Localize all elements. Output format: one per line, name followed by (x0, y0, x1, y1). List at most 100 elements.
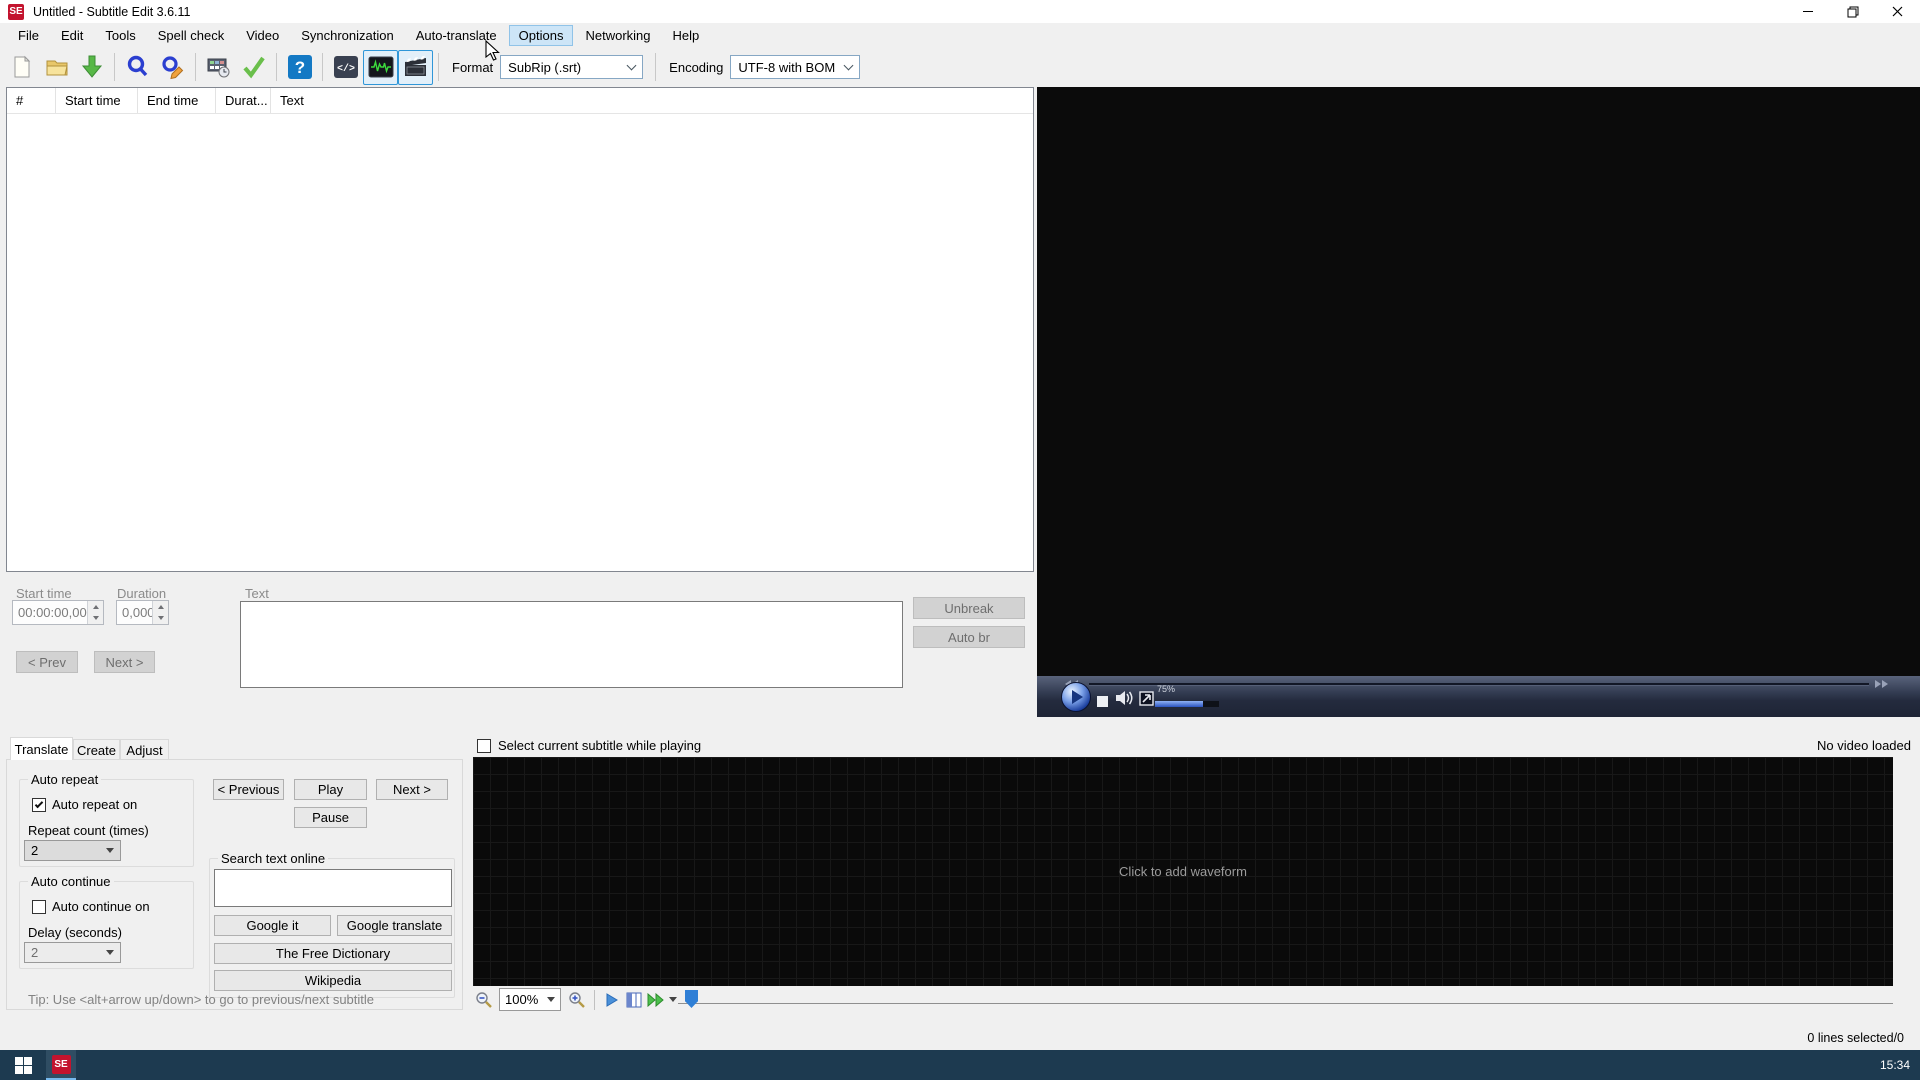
pause-button[interactable]: Pause (294, 807, 367, 828)
spin-up-icon[interactable] (88, 601, 103, 613)
seek-bar[interactable] (1089, 683, 1869, 686)
next-button[interactable]: Next > (376, 779, 448, 800)
replace-button[interactable] (155, 50, 190, 85)
spin-down-icon[interactable] (153, 613, 168, 625)
delay-select[interactable]: 2 (24, 942, 121, 963)
menu-item-video[interactable]: Video (236, 25, 289, 46)
duration-label: Duration (117, 586, 166, 601)
source-view-button[interactable]: </> (328, 50, 363, 85)
zoom-in-icon (568, 991, 586, 1009)
prev-subtitle-button[interactable]: < Prev (16, 651, 78, 673)
column-header-number[interactable]: # (7, 88, 56, 113)
waveform-position-marker[interactable] (685, 990, 698, 1008)
speed-dropdown-icon[interactable] (669, 997, 677, 1002)
menu-item-spell-check[interactable]: Spell check (148, 25, 234, 46)
spell-check-button[interactable] (236, 50, 271, 85)
open-file-button[interactable] (39, 50, 74, 85)
auto-repeat-checkbox[interactable]: Auto repeat on (32, 797, 137, 812)
window-title: Untitled - Subtitle Edit 3.6.11 (33, 5, 191, 19)
find-button[interactable] (120, 50, 155, 85)
google-it-button[interactable]: Google it (214, 915, 331, 936)
waveform-play-button[interactable] (601, 989, 623, 1011)
volume-icon[interactable] (1115, 690, 1133, 706)
auto-continue-checkbox[interactable]: Auto continue on (32, 899, 150, 914)
waveform-canvas[interactable]: Click to add waveform (473, 757, 1893, 986)
waveform-position-slider[interactable] (678, 1003, 1893, 1004)
video-toggle-button[interactable] (398, 50, 433, 85)
svg-text:</>: </> (336, 63, 354, 75)
subtitle-text-input[interactable] (240, 601, 903, 688)
spin-down-icon[interactable] (88, 613, 103, 625)
waveform-zoom-select[interactable]: 100% (499, 988, 561, 1011)
taskbar-clock[interactable]: 15:34 (1880, 1050, 1910, 1080)
new-file-button[interactable] (4, 50, 39, 85)
taskbar-subtitle-edit-button[interactable]: SE (46, 1050, 76, 1080)
app-window: SE Untitled - Subtitle Edit 3.6.11 File … (0, 0, 1920, 1080)
spin-up-icon[interactable] (153, 601, 168, 613)
menu-item-tools[interactable]: Tools (95, 25, 145, 46)
column-header-text[interactable]: Text (271, 88, 1033, 113)
repeat-count-select[interactable]: 2 (24, 840, 121, 861)
zoom-in-button[interactable] (566, 989, 588, 1011)
play-subtitle-button[interactable]: Play (294, 779, 367, 800)
restore-button[interactable] (1830, 0, 1875, 23)
subtitle-list[interactable]: # Start time End time Durat... Text (6, 87, 1034, 572)
duration-input[interactable]: 0,000 (116, 600, 169, 625)
video-player[interactable]: 75% (1037, 87, 1920, 717)
visual-sync-button[interactable] (201, 50, 236, 85)
previous-button[interactable]: < Previous (213, 779, 284, 800)
title-bar: SE Untitled - Subtitle Edit 3.6.11 (0, 0, 1920, 23)
waveform-toggle-button[interactable] (363, 50, 398, 85)
start-time-input[interactable]: 00:00:00,000 (12, 600, 104, 625)
unbreak-button[interactable]: Unbreak (913, 597, 1025, 619)
next-subtitle-button[interactable]: Next > (94, 651, 155, 673)
google-translate-button[interactable]: Google translate (337, 915, 452, 936)
tab-adjust[interactable]: Adjust (120, 739, 169, 760)
zoom-out-button[interactable] (473, 989, 495, 1011)
waveform-placeholder: Click to add waveform (1119, 864, 1247, 879)
select-current-subtitle-checkbox[interactable]: Select current subtitle while playing (477, 738, 701, 753)
column-header-end-time[interactable]: End time (138, 88, 216, 113)
menu-item-help[interactable]: Help (663, 25, 710, 46)
fullscreen-button[interactable] (1139, 691, 1154, 706)
volume-percent: 75% (1157, 684, 1175, 694)
no-video-loaded-label: No video loaded (1817, 738, 1911, 753)
start-button[interactable] (0, 1050, 46, 1080)
menu-item-file[interactable]: File (8, 25, 49, 46)
forward-icon[interactable] (1875, 680, 1889, 688)
toolbar-separator (594, 990, 595, 1010)
save-button[interactable] (74, 50, 109, 85)
menu-item-options[interactable]: Options (509, 25, 574, 46)
format-value: SubRip (.srt) (508, 60, 581, 75)
auto-br-button[interactable]: Auto br (913, 626, 1025, 648)
tab-translate[interactable]: Translate (10, 737, 73, 760)
stop-button[interactable] (1097, 696, 1108, 707)
video-icon (403, 54, 429, 80)
toolbar-separator (655, 53, 656, 81)
waveform-columns-button[interactable] (623, 989, 645, 1011)
start-time-value: 00:00:00,000 (13, 601, 87, 624)
delay-value: 2 (31, 945, 38, 960)
tab-create[interactable]: Create (73, 739, 120, 760)
format-select[interactable]: SubRip (.srt) (500, 55, 643, 79)
replace-icon (160, 54, 186, 80)
menu-item-synchronization[interactable]: Synchronization (291, 25, 404, 46)
subtitle-list-body[interactable] (7, 114, 1033, 572)
visual-sync-icon (206, 54, 232, 80)
help-button[interactable]: ? (282, 50, 317, 85)
close-button[interactable] (1875, 0, 1920, 23)
playback-speed-button[interactable] (645, 989, 667, 1011)
column-header-start-time[interactable]: Start time (56, 88, 138, 113)
wikipedia-button[interactable]: Wikipedia (214, 970, 452, 991)
column-header-duration[interactable]: Durat... (216, 88, 271, 113)
volume-fill (1155, 701, 1203, 707)
menu-item-networking[interactable]: Networking (575, 25, 660, 46)
menu-item-edit[interactable]: Edit (51, 25, 93, 46)
volume-slider[interactable] (1155, 701, 1219, 707)
play-button[interactable] (1061, 682, 1091, 712)
tip-text: Tip: Use <alt+arrow up/down> to go to pr… (28, 992, 374, 1007)
encoding-select[interactable]: UTF-8 with BOM (730, 55, 860, 79)
minimize-button[interactable] (1785, 0, 1830, 23)
free-dictionary-button[interactable]: The Free Dictionary (214, 943, 452, 964)
search-text-input[interactable] (214, 869, 452, 907)
